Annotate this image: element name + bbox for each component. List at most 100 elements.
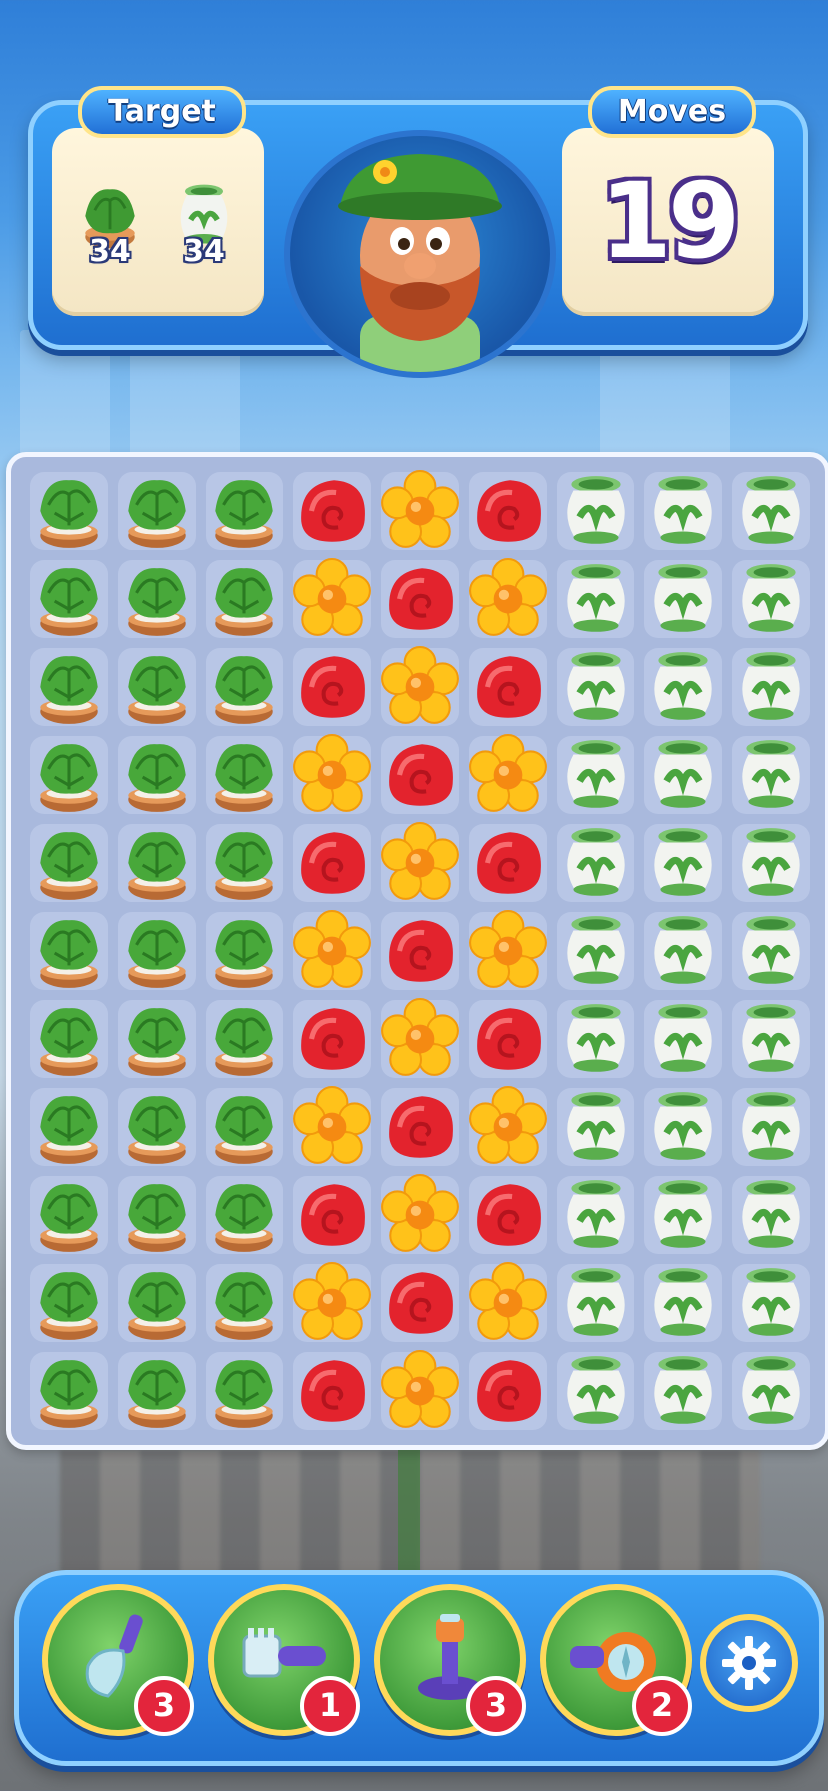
vase-tile[interactable] [727, 907, 815, 995]
vase-tile[interactable] [552, 731, 640, 819]
plant-tile[interactable] [201, 643, 289, 731]
plant-tile[interactable] [201, 1347, 289, 1435]
yellow-flower-tile[interactable] [376, 995, 464, 1083]
plant-tile[interactable] [201, 819, 289, 907]
plant-tile[interactable] [201, 555, 289, 643]
yellow-flower-tile[interactable] [464, 731, 552, 819]
plant-tile[interactable] [25, 819, 113, 907]
blower-booster-button[interactable]: 2 [540, 1584, 692, 1736]
vase-tile[interactable] [639, 643, 727, 731]
vase-tile[interactable] [727, 995, 815, 1083]
plant-tile[interactable] [25, 731, 113, 819]
vase-tile[interactable] [727, 731, 815, 819]
red-shell-tile[interactable] [376, 1259, 464, 1347]
plant-tile[interactable] [201, 995, 289, 1083]
plant-tile[interactable] [113, 1083, 201, 1171]
rake-booster-button[interactable]: 1 [208, 1584, 360, 1736]
red-shell-tile[interactable] [464, 1171, 552, 1259]
vase-tile[interactable] [552, 555, 640, 643]
yellow-flower-tile[interactable] [376, 1347, 464, 1435]
vase-tile[interactable] [552, 907, 640, 995]
vase-tile[interactable] [727, 819, 815, 907]
plant-tile[interactable] [113, 1171, 201, 1259]
plant-tile[interactable] [201, 907, 289, 995]
plant-tile[interactable] [25, 1083, 113, 1171]
vase-tile[interactable] [727, 1347, 815, 1435]
vase-tile[interactable] [552, 1347, 640, 1435]
plant-tile[interactable] [25, 467, 113, 555]
red-shell-tile[interactable] [464, 819, 552, 907]
plant-tile[interactable] [113, 643, 201, 731]
vase-tile[interactable] [639, 907, 727, 995]
vase-tile[interactable] [552, 819, 640, 907]
plant-tile[interactable] [113, 467, 201, 555]
yellow-flower-tile[interactable] [288, 907, 376, 995]
vase-tile[interactable] [727, 643, 815, 731]
vase-tile[interactable] [552, 643, 640, 731]
plant-tile[interactable] [201, 1083, 289, 1171]
vase-tile[interactable] [727, 1083, 815, 1171]
yellow-flower-tile[interactable] [288, 555, 376, 643]
yellow-flower-tile[interactable] [464, 555, 552, 643]
red-shell-tile[interactable] [288, 995, 376, 1083]
vase-tile[interactable] [639, 1083, 727, 1171]
vase-tile[interactable] [727, 1171, 815, 1259]
red-shell-tile[interactable] [288, 819, 376, 907]
red-shell-tile[interactable] [376, 1083, 464, 1171]
yellow-flower-tile[interactable] [288, 1083, 376, 1171]
plant-tile[interactable] [25, 1259, 113, 1347]
vase-tile[interactable] [727, 1259, 815, 1347]
red-shell-tile[interactable] [288, 467, 376, 555]
vase-tile[interactable] [552, 995, 640, 1083]
red-shell-tile[interactable] [288, 643, 376, 731]
yellow-flower-tile[interactable] [288, 1259, 376, 1347]
vase-tile[interactable] [639, 731, 727, 819]
vase-tile[interactable] [639, 555, 727, 643]
plant-tile[interactable] [113, 995, 201, 1083]
yellow-flower-tile[interactable] [288, 731, 376, 819]
plant-tile[interactable] [113, 1347, 201, 1435]
red-shell-tile[interactable] [464, 643, 552, 731]
red-shell-tile[interactable] [288, 1171, 376, 1259]
vase-tile[interactable] [639, 1259, 727, 1347]
vase-tile[interactable] [639, 467, 727, 555]
yellow-flower-tile[interactable] [464, 1259, 552, 1347]
yellow-flower-tile[interactable] [376, 1171, 464, 1259]
plant-tile[interactable] [25, 995, 113, 1083]
plant-tile[interactable] [25, 643, 113, 731]
vase-tile[interactable] [552, 1259, 640, 1347]
plant-tile[interactable] [201, 467, 289, 555]
plant-tile[interactable] [25, 907, 113, 995]
plant-tile[interactable] [25, 555, 113, 643]
yellow-flower-tile[interactable] [376, 643, 464, 731]
vase-tile[interactable] [552, 1083, 640, 1171]
yellow-flower-tile[interactable] [376, 467, 464, 555]
red-shell-tile[interactable] [464, 467, 552, 555]
red-shell-tile[interactable] [376, 555, 464, 643]
shovel-booster-button[interactable]: 3 [42, 1584, 194, 1736]
sprinkler-booster-button[interactable]: 3 [374, 1584, 526, 1736]
vase-tile[interactable] [727, 555, 815, 643]
red-shell-tile[interactable] [288, 1347, 376, 1435]
vase-tile[interactable] [727, 467, 815, 555]
red-shell-tile[interactable] [464, 1347, 552, 1435]
plant-tile[interactable] [201, 1259, 289, 1347]
plant-tile[interactable] [113, 1259, 201, 1347]
plant-tile[interactable] [113, 819, 201, 907]
plant-tile[interactable] [201, 731, 289, 819]
vase-tile[interactable] [639, 819, 727, 907]
vase-tile[interactable] [552, 467, 640, 555]
plant-tile[interactable] [201, 1171, 289, 1259]
plant-tile[interactable] [25, 1171, 113, 1259]
vase-tile[interactable] [639, 995, 727, 1083]
yellow-flower-tile[interactable] [376, 819, 464, 907]
yellow-flower-tile[interactable] [464, 1083, 552, 1171]
red-shell-tile[interactable] [464, 995, 552, 1083]
settings-button[interactable] [700, 1614, 798, 1712]
plant-tile[interactable] [113, 555, 201, 643]
vase-tile[interactable] [552, 1171, 640, 1259]
red-shell-tile[interactable] [376, 731, 464, 819]
red-shell-tile[interactable] [376, 907, 464, 995]
yellow-flower-tile[interactable] [464, 907, 552, 995]
vase-tile[interactable] [639, 1347, 727, 1435]
